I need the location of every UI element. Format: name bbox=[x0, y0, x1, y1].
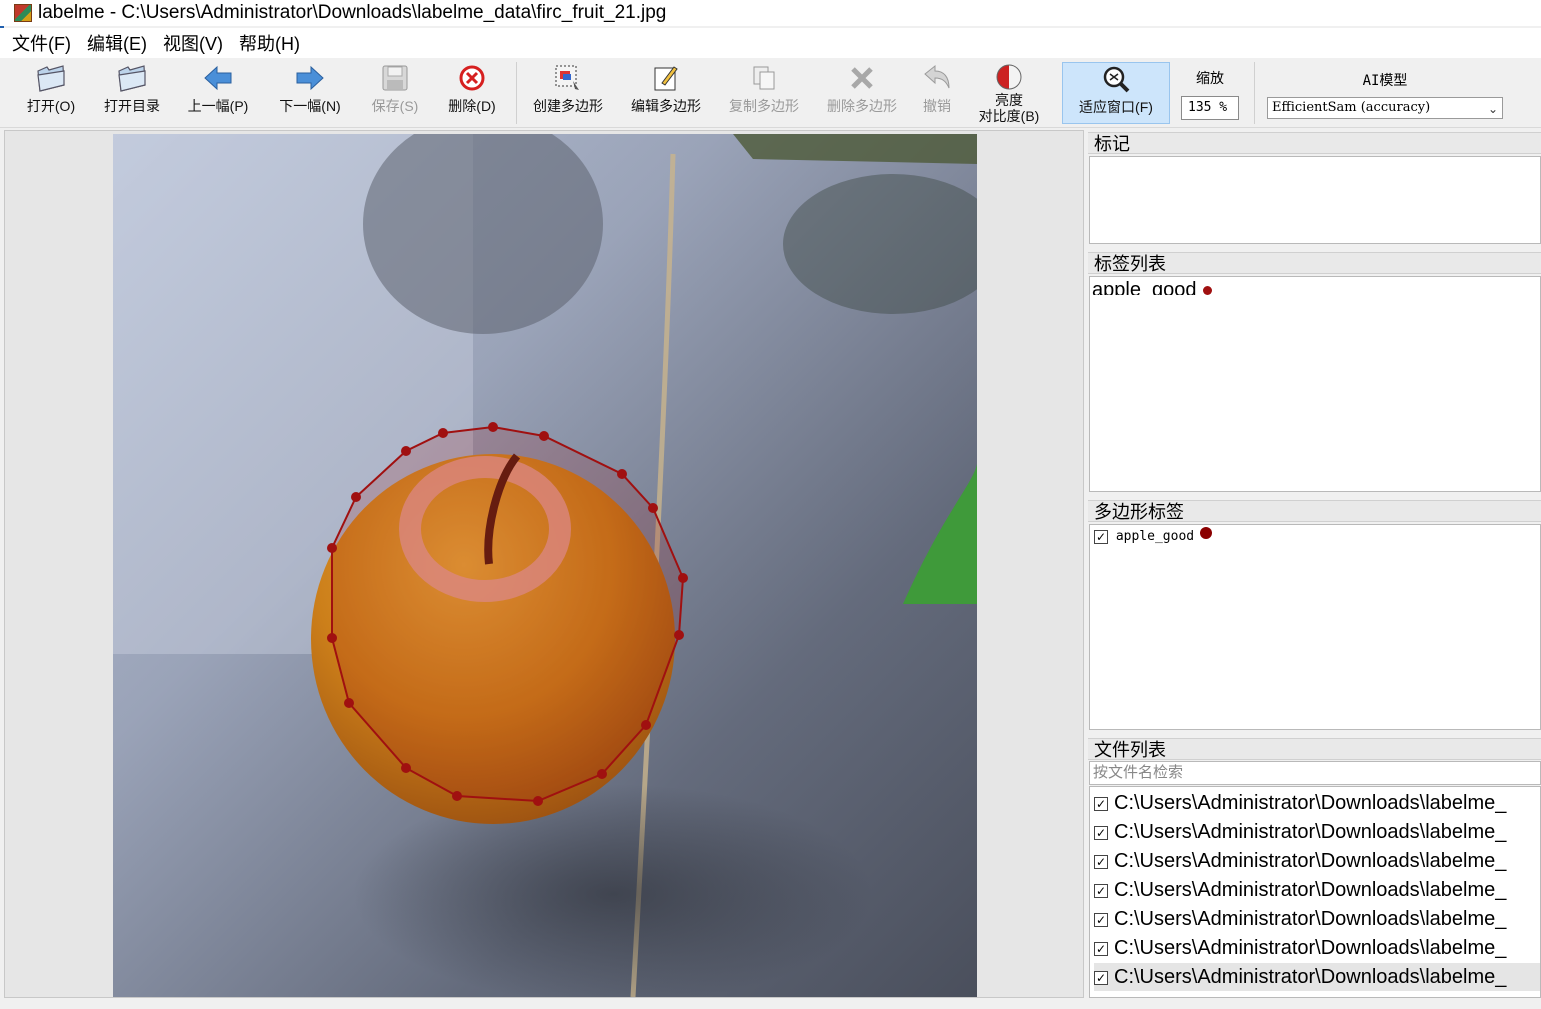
brightness-label-line1: 亮度 bbox=[995, 92, 1023, 108]
zoom-fit-icon bbox=[1100, 63, 1132, 95]
brightness-label-line2: 对比度(B) bbox=[978, 108, 1040, 124]
fit-window-label: 适应窗口(F) bbox=[1079, 99, 1153, 115]
create-polygon-label: 创建多边形 bbox=[533, 98, 603, 114]
ai-model-select[interactable]: EfficientSam (accuracy) ⌄ bbox=[1267, 97, 1503, 119]
edit-icon bbox=[650, 62, 682, 94]
copy-polygon-button[interactable]: 复制多边形 bbox=[722, 62, 806, 124]
image-canvas[interactable] bbox=[4, 130, 1084, 998]
menu-edit[interactable]: 编辑(E) bbox=[81, 30, 153, 56]
folder-icon bbox=[116, 62, 148, 94]
file-checkbox[interactable]: ✓ bbox=[1094, 854, 1108, 869]
next-image-button[interactable]: 下一幅(N) bbox=[274, 62, 346, 124]
toolbar-separator bbox=[516, 62, 517, 124]
arrow-right-icon bbox=[294, 62, 326, 94]
file-checkbox[interactable]: ✓ bbox=[1094, 941, 1108, 956]
open-dir-label: 打开目录 bbox=[104, 98, 160, 114]
label-color-swatch bbox=[1202, 286, 1212, 295]
file-list-item[interactable]: ✓ C:\Users\Administrator\Downloads\labelm… bbox=[1094, 934, 1506, 962]
menu-view[interactable]: 视图(V) bbox=[157, 30, 229, 56]
delete-circle-icon bbox=[456, 62, 488, 94]
polygon-label-item[interactable]: ✓ apple_good bbox=[1094, 526, 1213, 544]
file-path: C:\Users\Administrator\Downloads\labelme… bbox=[1114, 908, 1507, 930]
brightness-contrast-button[interactable]: 亮度 对比度(B) bbox=[970, 62, 1048, 124]
labelme-window: labelme - C:\Users\Administrator\Downloa… bbox=[0, 0, 1541, 1009]
file-list-panel: ✓ C:\Users\Administrator\Downloads\labelm… bbox=[1089, 786, 1541, 998]
window-title: labelme - C:\Users\Administrator\Downloa… bbox=[38, 2, 667, 23]
file-checkbox[interactable]: ✓ bbox=[1094, 970, 1108, 985]
open-dir-button[interactable]: 打开目录 bbox=[100, 62, 164, 124]
menu-file[interactable]: 文件(F) bbox=[6, 30, 77, 56]
file-list-title: 文件列表 bbox=[1088, 738, 1541, 760]
open-label: 打开(O) bbox=[26, 98, 76, 114]
ai-model-value: EfficientSam (accuracy) bbox=[1272, 100, 1431, 115]
file-list-item[interactable]: ✓ C:\Users\Administrator\Downloads\labelm… bbox=[1094, 789, 1506, 817]
delete-polygon-button[interactable]: 删除多边形 bbox=[820, 62, 904, 124]
toolbar-separator bbox=[1254, 62, 1255, 124]
label-list-item[interactable]: apple_good bbox=[1092, 277, 1212, 295]
zoom-label: 缩放 bbox=[1196, 70, 1224, 86]
title-bar: labelme - C:\Users\Administrator\Downloa… bbox=[0, 0, 1541, 26]
x-icon bbox=[846, 62, 878, 94]
file-list-item[interactable]: ✓ C:\Users\Administrator\Downloads\labelm… bbox=[1094, 847, 1506, 875]
zoom-spinbox[interactable]: 135 % bbox=[1181, 96, 1239, 120]
prev-image-button[interactable]: 上一幅(P) bbox=[182, 62, 254, 124]
label-list-item-text: apple_good bbox=[1092, 279, 1197, 295]
delete-file-button[interactable]: 删除(D) bbox=[442, 62, 502, 124]
file-list-item-selected[interactable]: ✓ C:\Users\Administrator\Downloads\labelm… bbox=[1094, 963, 1540, 991]
file-path: C:\Users\Administrator\Downloads\labelme… bbox=[1114, 792, 1507, 814]
menu-bar: 文件(F) 编辑(E) 视图(V) 帮助(H) bbox=[0, 28, 1541, 58]
folder-open-icon bbox=[35, 62, 67, 94]
prev-label: 上一幅(P) bbox=[187, 98, 249, 114]
menu-help[interactable]: 帮助(H) bbox=[233, 30, 306, 56]
fruit-image bbox=[113, 134, 977, 997]
file-path: C:\Users\Administrator\Downloads\labelme… bbox=[1114, 850, 1507, 872]
save-button[interactable]: 保存(S) bbox=[364, 62, 426, 124]
ai-model-label: AI模型 bbox=[1362, 73, 1408, 89]
copy-polygon-label: 复制多边形 bbox=[729, 98, 799, 114]
label-list-title: 标签列表 bbox=[1088, 252, 1541, 274]
edit-polygon-button[interactable]: 编辑多边形 bbox=[624, 62, 708, 124]
polygon-color-swatch bbox=[1200, 526, 1213, 539]
file-list-item[interactable]: ✓ C:\Users\Administrator\Downloads\labelm… bbox=[1094, 818, 1506, 846]
polygon-labels-title: 多边形标签 bbox=[1088, 500, 1541, 522]
file-path: C:\Users\Administrator\Downloads\labelme… bbox=[1114, 879, 1507, 901]
file-path: C:\Users\Administrator\Downloads\labelme… bbox=[1114, 966, 1507, 988]
flags-panel bbox=[1089, 156, 1541, 244]
label-list-panel: apple_good bbox=[1089, 276, 1541, 492]
next-label: 下一幅(N) bbox=[279, 98, 341, 114]
file-search-input[interactable]: 按文件名检索 bbox=[1089, 761, 1541, 785]
file-checkbox[interactable]: ✓ bbox=[1094, 796, 1108, 811]
flags-panel-title: 标记 bbox=[1088, 132, 1541, 154]
open-button[interactable]: 打开(O) bbox=[20, 62, 82, 124]
fit-window-button[interactable]: 适应窗口(F) bbox=[1062, 62, 1170, 124]
arrow-left-icon bbox=[202, 62, 234, 94]
file-checkbox[interactable]: ✓ bbox=[1094, 883, 1108, 898]
file-list-item[interactable]: ✓ C:\Users\Administrator\Downloads\labelm… bbox=[1094, 876, 1506, 904]
file-checkbox[interactable]: ✓ bbox=[1094, 825, 1108, 840]
undo-label: 撤销 bbox=[923, 98, 951, 114]
file-list-item[interactable]: ✓ C:\Users\Administrator\Downloads\labelm… bbox=[1094, 905, 1506, 933]
file-path: C:\Users\Administrator\Downloads\labelme… bbox=[1114, 937, 1507, 959]
edit-polygon-label: 编辑多边形 bbox=[631, 98, 701, 114]
file-checkbox[interactable]: ✓ bbox=[1094, 912, 1108, 927]
create-polygon-icon bbox=[552, 62, 584, 94]
polygon-labels-panel: ✓ apple_good bbox=[1089, 524, 1541, 730]
brightness-icon bbox=[993, 62, 1025, 92]
save-icon bbox=[379, 62, 411, 94]
status-bar bbox=[0, 999, 1541, 1009]
undo-icon bbox=[921, 62, 953, 94]
polygon-visible-checkbox[interactable]: ✓ bbox=[1094, 529, 1108, 544]
delete-label: 删除(D) bbox=[448, 98, 496, 114]
delete-polygon-label: 删除多边形 bbox=[827, 98, 897, 114]
labelme-app-icon bbox=[14, 4, 32, 22]
create-polygon-button[interactable]: 创建多边形 bbox=[526, 62, 610, 124]
save-label: 保存(S) bbox=[371, 98, 419, 114]
polygon-label-text: apple_good bbox=[1115, 529, 1195, 544]
chevron-down-icon: ⌄ bbox=[1487, 102, 1498, 116]
file-path: C:\Users\Administrator\Downloads\labelme… bbox=[1114, 821, 1507, 843]
copy-icon bbox=[748, 62, 780, 94]
undo-button[interactable]: 撤销 bbox=[912, 62, 962, 124]
